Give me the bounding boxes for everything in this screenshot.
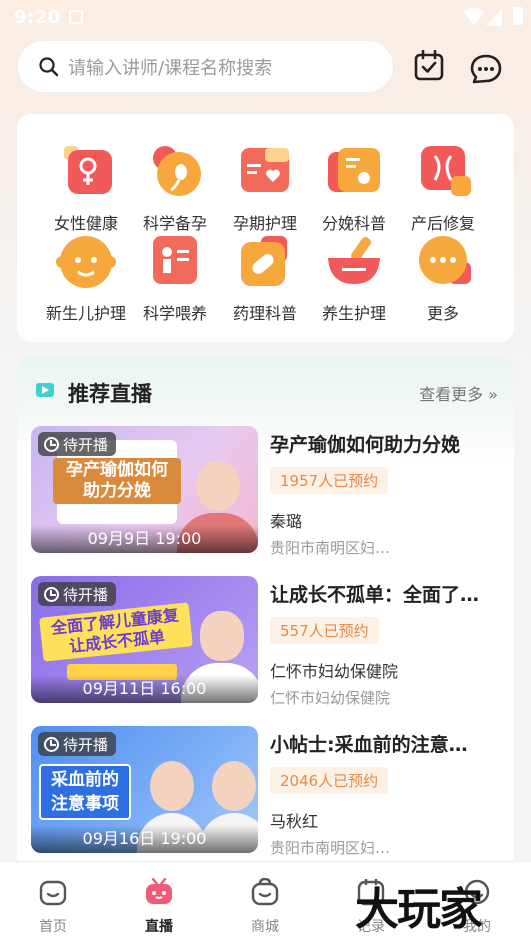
live-thumbnail[interactable]: 孕产瑜伽如何助力分娩 待开播 09月9日 19:00 (31, 426, 258, 553)
search-input[interactable]: 请输入讲师/课程名称搜索 (17, 40, 394, 93)
live-title[interactable]: 孕产瑜伽如何助力分娩 (270, 430, 501, 457)
category-label: 药理科普 (232, 304, 297, 323)
live-title[interactable]: 让成长不孤单：全面了… (270, 580, 501, 607)
poster-title: 采血前的注意事项 (39, 764, 131, 820)
live-thumbnail[interactable]: 全面了解儿童康复 让成长不孤单 待开播 09月11日 16:00 (31, 576, 258, 703)
category-female-health[interactable]: 女性健康 (41, 142, 131, 234)
wifi-icon (463, 8, 485, 25)
category-feeding[interactable]: 科学喂养 (130, 232, 220, 324)
tab-home[interactable]: 首页 (18, 878, 88, 936)
category-label: 产后修复 (410, 214, 475, 233)
category-pharmacology[interactable]: 药理科普 (220, 232, 310, 324)
tab-label: 首页 (39, 919, 67, 935)
live-info: 孕产瑜伽如何助力分娩 1957人已预约 秦璐 贵阳市南明区妇… (270, 426, 501, 558)
view-more-link[interactable]: 查看更多 » (419, 381, 498, 405)
category-label: 更多 (426, 304, 459, 323)
live-info: 让成长不孤单：全面了… 557人已预约 仁怀市妇幼保健院 仁怀市妇幼保健院 (270, 576, 501, 708)
status-text: 待开播 (63, 585, 109, 604)
status-text: 待开播 (63, 735, 109, 754)
sperm-icon (153, 146, 201, 196)
battery-icon (513, 7, 523, 25)
tab-mall[interactable]: 商城 (230, 877, 300, 936)
speaker-name: 秦璐 (270, 512, 303, 531)
live-time: 09月11日 16:00 (31, 675, 258, 703)
live-thumbnail[interactable]: 采血前的注意事项 待开播 09月16日 19:00 (31, 726, 258, 853)
live-video-icon (36, 383, 54, 397)
reservation-badge: 1957人已预约 (270, 467, 389, 494)
status-time: 9:20 (14, 7, 61, 28)
tab-label: 商城 (251, 919, 279, 935)
speaker-name: 仁怀市妇幼保健院 (270, 662, 399, 681)
category-label: 分娩科普 (321, 214, 386, 233)
female-icon (64, 146, 112, 194)
search-icon (39, 56, 59, 76)
clock-icon (44, 436, 59, 452)
status-badge: 待开播 (38, 582, 117, 606)
category-grid: 女性健康 科学备孕 孕期护理 分娩科普 产后修复 新生儿护理 科学喂养 药理科普… (17, 114, 514, 342)
live-item[interactable]: 孕产瑜伽如何助力分娩 待开播 09月9日 19:00 孕产瑜伽如何助力分娩 19… (31, 426, 501, 558)
shopping-bag-icon (251, 877, 279, 906)
live-item[interactable]: 全面了解儿童康复 让成长不孤单 待开播 09月11日 16:00 让成长不孤单：… (31, 576, 501, 708)
message-icon[interactable] (469, 53, 503, 85)
clock-icon (44, 736, 59, 752)
clock-icon (44, 586, 59, 602)
pill-icon (241, 236, 287, 286)
live-info: 小帖士:采血前的注意… 2046人已预约 马秋红 贵阳市南明区妇… (270, 726, 501, 858)
body-icon (421, 146, 471, 196)
category-pregnancy-care[interactable]: 孕期护理 (220, 142, 310, 234)
speaker-org: 贵阳市南明区妇… (270, 839, 391, 857)
tv-icon (146, 877, 172, 904)
speaker-name: 马秋红 (270, 812, 319, 831)
category-label: 孕期护理 (232, 214, 297, 233)
category-label: 女性健康 (53, 214, 118, 233)
section-title: 推荐直播 (68, 382, 152, 406)
live-time: 09月9日 19:00 (31, 525, 258, 553)
home-icon (39, 880, 67, 906)
live-item[interactable]: 采血前的注意事项 待开播 09月16日 19:00 小帖士:采血前的注意… 20… (31, 726, 501, 858)
feeding-icon (153, 236, 197, 284)
status-bar: 9:20 (0, 0, 531, 36)
status-badge: 待开播 (38, 432, 117, 456)
watermark-logo: 大玩家 (355, 884, 483, 935)
home-indicator (0, 941, 531, 945)
category-label: 养生护理 (321, 304, 386, 323)
double-chevron-right-icon: » (488, 385, 498, 404)
book-heart-icon (241, 148, 289, 192)
recommended-live-section: 推荐直播 查看更多 » 孕产瑜伽如何助力分娩 待开播 09月9日 19:00 孕… (17, 356, 514, 876)
tab-label: 直播 (145, 919, 173, 935)
live-time: 09月16日 19:00 (31, 825, 258, 853)
category-label: 科学备孕 (142, 214, 207, 233)
mortar-icon (328, 237, 380, 284)
status-text: 待开播 (63, 435, 109, 454)
baby-card-icon (328, 148, 380, 192)
speaker-org: 仁怀市妇幼保健院 (270, 689, 391, 707)
category-childbirth[interactable]: 分娩科普 (309, 142, 399, 234)
notification-icon (69, 10, 83, 24)
reservation-badge: 2046人已预约 (270, 767, 389, 794)
speaker-org: 贵阳市南明区妇… (270, 539, 391, 557)
search-placeholder: 请输入讲师/课程名称搜索 (68, 57, 273, 79)
more-icon (419, 236, 471, 284)
tab-live[interactable]: 直播 (124, 877, 194, 936)
category-pregnancy-prep[interactable]: 科学备孕 (130, 142, 220, 234)
poster-title: 全面了解儿童康复 让成长不孤单 (39, 602, 193, 662)
view-more-label: 查看更多 (419, 385, 484, 404)
category-label: 新生儿护理 (45, 304, 126, 323)
baby-face-icon (56, 236, 116, 288)
signal-icon (486, 8, 502, 26)
category-label: 科学喂养 (142, 304, 207, 323)
status-badge: 待开播 (38, 732, 117, 756)
category-wellness[interactable]: 养生护理 (309, 232, 399, 324)
poster-title: 孕产瑜伽如何助力分娩 (53, 458, 181, 504)
category-postpartum[interactable]: 产后修复 (398, 142, 488, 234)
category-newborn[interactable]: 新生儿护理 (41, 232, 131, 324)
live-title[interactable]: 小帖士:采血前的注意… (270, 730, 501, 757)
calendar-check-icon[interactable] (412, 50, 446, 82)
category-more[interactable]: 更多 (398, 232, 488, 324)
reservation-badge: 557人已预约 (270, 617, 379, 644)
